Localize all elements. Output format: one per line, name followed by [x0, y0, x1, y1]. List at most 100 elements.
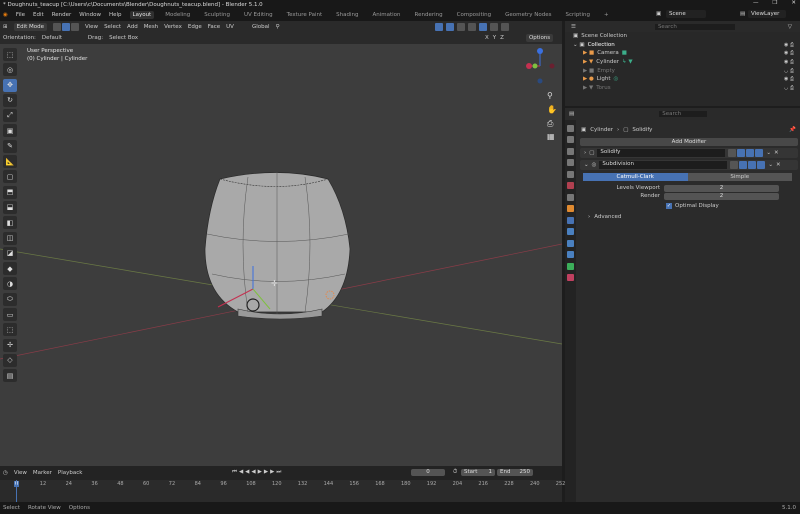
- blender-logo-icon[interactable]: ◉: [3, 12, 8, 18]
- physics-tab-icon[interactable]: [567, 239, 574, 247]
- tab-rendering[interactable]: Rendering: [412, 11, 446, 19]
- timeline-menu-playback[interactable]: Playback: [58, 470, 83, 476]
- optimal-display-checkbox[interactable]: ✓: [666, 202, 672, 209]
- view-layer-selector[interactable]: ViewLayer: [748, 10, 786, 18]
- close-button[interactable]: ✕: [791, 0, 796, 6]
- output-tab-icon[interactable]: [567, 147, 574, 155]
- stopwatch-icon[interactable]: ⏱: [453, 469, 457, 476]
- move-tool[interactable]: ✥: [3, 78, 17, 92]
- render-toggle[interactable]: [755, 149, 764, 157]
- render-tab-icon[interactable]: [567, 136, 574, 143]
- rip-tool[interactable]: ◇: [3, 353, 17, 367]
- viewport-toggle[interactable]: [746, 149, 755, 157]
- menu-vertex[interactable]: Vertex: [164, 24, 182, 30]
- tool-tab-icon[interactable]: [567, 124, 574, 132]
- object-tab-icon[interactable]: [567, 205, 574, 212]
- overlay-icon[interactable]: [446, 22, 454, 31]
- current-frame-field[interactable]: 0: [411, 469, 445, 476]
- cursor-tool[interactable]: ◎: [3, 63, 17, 77]
- solid-shading-icon[interactable]: [479, 22, 487, 31]
- scene-tab-icon[interactable]: [567, 170, 574, 178]
- tab-compositing[interactable]: Compositing: [454, 11, 494, 19]
- visibility-icons[interactable]: ◉ ⎙: [784, 50, 794, 56]
- render-levels-field[interactable]: 2: [664, 192, 779, 200]
- outliner-item-empty[interactable]: ▶ ■ Empty ◡ ⎙: [573, 66, 800, 75]
- menu-render[interactable]: Render: [52, 12, 72, 18]
- mode-dropdown[interactable]: Edit Mode: [13, 22, 47, 31]
- tab-animation[interactable]: Animation: [369, 11, 403, 19]
- smooth-tool[interactable]: ⬭: [3, 292, 17, 306]
- menu-window[interactable]: Window: [79, 12, 101, 18]
- tab-modeling[interactable]: Modeling: [162, 11, 193, 19]
- navigation-gizmo[interactable]: ⚲ ✋ ⎙ ▦: [520, 46, 560, 143]
- edge-slide-tool[interactable]: ▭: [3, 308, 17, 322]
- material-shading-icon[interactable]: [490, 22, 498, 31]
- tab-simple[interactable]: Simple: [687, 173, 792, 181]
- render-toggle[interactable]: [757, 161, 766, 169]
- add-modifier-button[interactable]: Add Modifier: [580, 138, 798, 146]
- filter-icon[interactable]: ▽: [788, 24, 792, 30]
- world-tab-icon[interactable]: [567, 182, 574, 189]
- modifier-subdivision[interactable]: ⌄ ◎ Subdivision ⌄ ✕: [580, 160, 798, 170]
- tab-layout[interactable]: Layout: [129, 11, 155, 19]
- remove-modifier-icon[interactable]: ✕: [774, 150, 779, 156]
- outliner-scene-collection[interactable]: ▣ Scene Collection: [573, 32, 800, 41]
- outliner-item-cylinder[interactable]: ▶ ▼ Cylinder ↳ ▼ ◉ ⎙: [573, 58, 800, 67]
- modifier-tab-icon[interactable]: [567, 216, 574, 224]
- shrink-fatten-tool[interactable]: ⬚: [3, 323, 17, 337]
- knife-tool[interactable]: ◪: [3, 246, 17, 260]
- menu-view[interactable]: View: [85, 24, 98, 30]
- properties-editor-icon[interactable]: ▤: [569, 111, 574, 117]
- menu-edit[interactable]: Edit: [33, 12, 44, 18]
- snap-icon[interactable]: ⚲: [275, 24, 279, 30]
- modifier-name-field[interactable]: Subdivision: [599, 161, 728, 169]
- start-frame-field[interactable]: Start 1: [461, 469, 495, 476]
- shear-tool[interactable]: ✢: [3, 338, 17, 352]
- vertex-select-icon[interactable]: [53, 22, 61, 31]
- mirror-x-toggle[interactable]: X: [485, 35, 489, 41]
- outliner-item-light[interactable]: ▶ ● Light ◎ ◉ ⎙: [573, 75, 800, 84]
- material-tab-icon[interactable]: [567, 274, 574, 281]
- visibility-icons[interactable]: ◉ ⎙: [784, 42, 794, 48]
- timeline-editor-icon[interactable]: ◷: [3, 470, 8, 476]
- visibility-icons[interactable]: ◡ ⎙: [784, 68, 794, 74]
- viewport-toggle[interactable]: [748, 161, 757, 169]
- scene-selector[interactable]: Scene: [666, 10, 706, 18]
- select-box-tool[interactable]: ⬚: [3, 48, 17, 61]
- transform-extra-tool[interactable]: ▤: [3, 369, 17, 383]
- editmode-toggle[interactable]: [739, 161, 748, 169]
- outliner-collection[interactable]: ⌄ ▣ Collection ◉ ⎙: [573, 41, 800, 50]
- view-layer-tab-icon[interactable]: [567, 159, 574, 166]
- timeline-ruler[interactable]: 0122436486072849610812013214415616818019…: [0, 480, 565, 490]
- gizmo-icon[interactable]: [435, 22, 443, 31]
- tab-scripting[interactable]: Scripting: [563, 11, 593, 19]
- particles-tab-icon[interactable]: [567, 228, 574, 235]
- poly-build-tool[interactable]: ◆: [3, 262, 17, 276]
- pin-icon[interactable]: 📌: [789, 127, 796, 133]
- visibility-icons[interactable]: ◉ ⎙: [784, 76, 794, 82]
- options-dropdown[interactable]: Options: [525, 34, 554, 42]
- timeline-menu-marker[interactable]: Marker: [33, 470, 52, 476]
- advanced-subpanel[interactable]: › Advanced: [578, 211, 800, 222]
- mirror-z-toggle[interactable]: Z: [500, 35, 504, 41]
- menu-uv[interactable]: UV: [226, 24, 234, 30]
- transform-orientation-dropdown[interactable]: Global: [252, 24, 270, 30]
- scale-tool[interactable]: ⤢: [3, 109, 17, 123]
- spin-tool[interactable]: ◑: [3, 277, 17, 291]
- tab-uv-editing[interactable]: UV Editing: [241, 11, 276, 19]
- tab-catmull-clark[interactable]: Catmull-Clark: [583, 173, 688, 181]
- add-workspace-button[interactable]: +: [601, 11, 612, 19]
- face-select-icon[interactable]: [71, 22, 79, 31]
- measure-tool[interactable]: 📐: [3, 155, 17, 169]
- playback-controls[interactable]: ⏮◀◀◀▶▶▶⏭: [232, 469, 283, 476]
- menu-file[interactable]: File: [16, 12, 25, 18]
- menu-face[interactable]: Face: [208, 24, 220, 30]
- rotate-tool[interactable]: ↻: [3, 93, 17, 107]
- timeline-menu-view[interactable]: View: [14, 470, 27, 476]
- playhead[interactable]: [16, 480, 17, 502]
- dropdown-icon[interactable]: ⌄: [766, 150, 771, 156]
- 3d-viewport[interactable]: ✛: [0, 44, 562, 466]
- dropdown-icon[interactable]: ⌄: [768, 162, 773, 168]
- editmode-toggle[interactable]: [737, 149, 746, 157]
- expand-chevron-icon[interactable]: ›: [584, 150, 586, 156]
